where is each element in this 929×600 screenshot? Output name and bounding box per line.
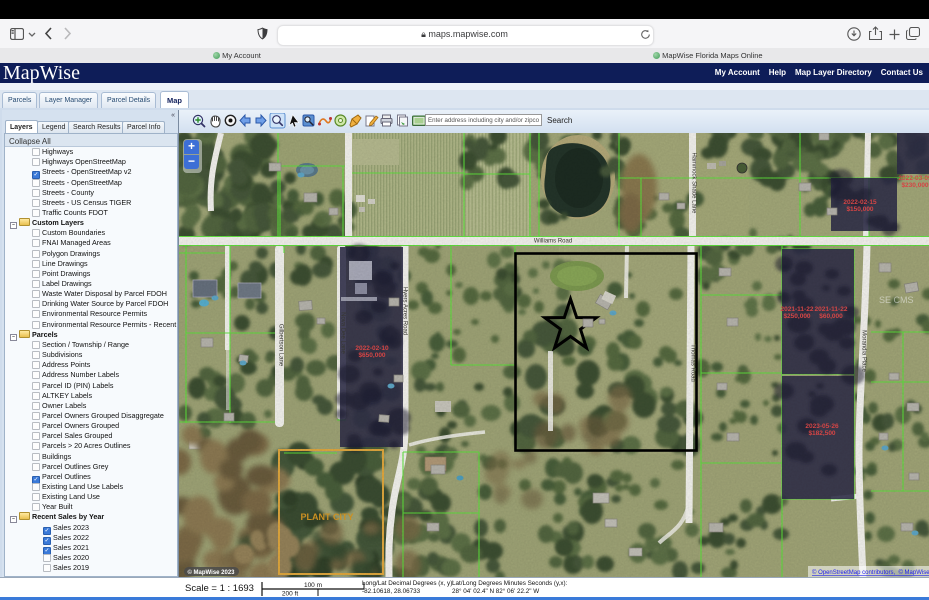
svg-text:100 m: 100 m xyxy=(304,582,322,589)
svg-text:© OpenStreetMap contributors,: © OpenStreetMap contributors, © MapWise xyxy=(812,569,929,576)
svg-text:© MapWise 2023: © MapWise 2023 xyxy=(187,569,235,576)
